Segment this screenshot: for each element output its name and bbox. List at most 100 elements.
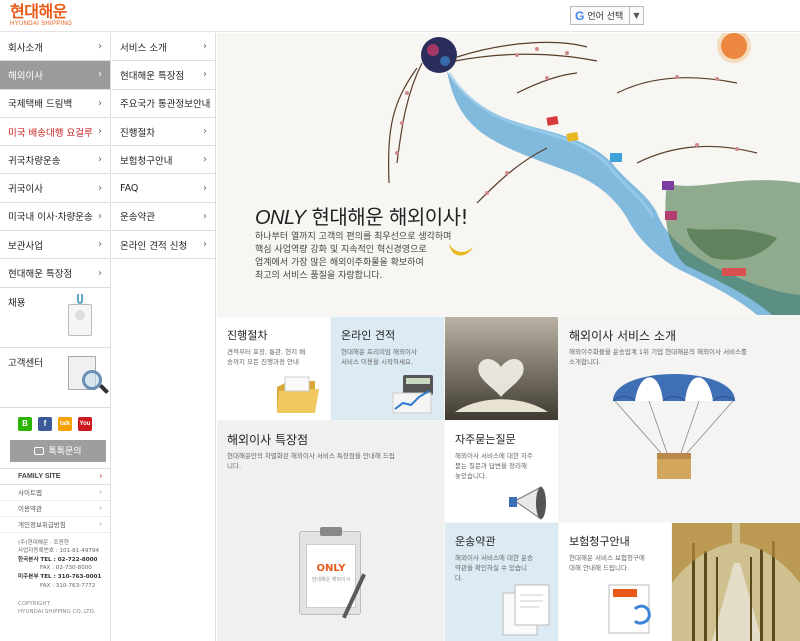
subnav-online-estimate[interactable]: 온라인 견적 신청 › [112, 231, 215, 260]
hero-desc-line: 업계에서 가장 많은 해외이주화물을 확보하여 [255, 258, 424, 268]
sidebar-item-label: 미국 배송대행 요걸루 [8, 127, 93, 139]
main-content: ONLY 현대해운 해외이사! 하나부터 열까지 고객의 편의를 최우선으로 생… [217, 33, 800, 641]
copyright-line-1: COPYRIGHT [18, 601, 50, 608]
tile-strengths[interactable]: 해외이사 특장점 현대해운만의 차별화된 해외이사 서비스 특장점을 안내해 드… [217, 421, 444, 641]
subnav-terms[interactable]: 운송약관 › [112, 203, 215, 232]
sidebar-item-label: 보관사업 [8, 240, 43, 252]
hero-desc-line: 최고의 서비스 품질을 자랑합니다. [255, 271, 383, 281]
sidebar-item-label: 해외이사 [8, 70, 43, 82]
recruit-box[interactable]: 채용 [0, 288, 110, 348]
language-select[interactable]: G 언어 선택 ▼ [570, 6, 644, 25]
customer-center-box[interactable]: 고객센터 [0, 348, 110, 408]
magnifier-icon [68, 355, 109, 400]
document-icon [502, 584, 550, 636]
youtube-icon[interactable]: You [78, 416, 92, 431]
chevron-right-icon: › [98, 239, 102, 251]
subnav-insurance[interactable]: 보험청구안내 › [112, 146, 215, 175]
subnav-label: 서비스 소개 [120, 42, 167, 54]
tile-insurance[interactable]: 보험청구안내 현대해운 서비스 보험청구에 대해 안내해 드립니다. [559, 523, 671, 641]
privacy-policy-label: 개인정보취급방침 [18, 521, 66, 530]
sidebar-item-company[interactable]: 회사소개 › [0, 33, 110, 62]
chevron-right-icon: › [203, 182, 207, 194]
blog-icon[interactable]: B [18, 416, 32, 431]
sidebar-item-return-moving[interactable]: 귀국이사 › [0, 174, 110, 203]
us-hq-tel: TEL : 310-763-0001 [40, 574, 102, 581]
tile-terms[interactable]: 운송약관 해외이사 서비스에 대한 운송 약관을 확인하실 수 있습니 다. [445, 523, 558, 641]
sidebar-item-dreambag[interactable]: 국제택배 드림백 › [0, 90, 110, 118]
subnav-label: 주요국가 통관정보안내 [120, 99, 211, 111]
subnav-label: FAQ [120, 182, 139, 194]
chevron-right-icon: › [98, 182, 102, 194]
hero-desc-line: 핵심 사업역량 강화 및 지속적인 혁신경영으로 [255, 245, 427, 255]
insurance-card-icon [608, 584, 651, 634]
clipboard-icon: ONLY 현대해운 해외이사 [299, 527, 366, 619]
terms-link[interactable]: 이용약관 › [0, 501, 110, 517]
business-number: 사업자등록번호 : 101-81-49794 [18, 548, 100, 555]
subnav-label: 보험청구안내 [120, 155, 173, 167]
tile-service-intro[interactable]: 해외이사 서비스 소개 해외이주화물을 운송업계 1위 기업 현대해운의 해외이… [559, 317, 800, 522]
subnav-service-intro[interactable]: 서비스 소개 › [112, 33, 215, 62]
kakao-talk-icon[interactable]: talk [58, 416, 72, 431]
tile-online-estimate[interactable]: 온라인 견적 현대해운 프리미엄 해외이사 서비스 이용을 시작하세요. [331, 317, 444, 420]
sidebar-item-label: 귀국이사 [8, 184, 43, 196]
hero-title: ONLY 현대해운 해외이사! [255, 201, 469, 230]
chevron-right-icon: › [99, 488, 102, 497]
sidebar-item-vehicle-return[interactable]: 귀국차량운송 › [0, 146, 110, 175]
terms-label: 이용약관 [18, 505, 42, 514]
privacy-policy-link[interactable]: 개인정보취급방침 › [0, 517, 110, 533]
company-name: (주)현대해운 · 조원현 [18, 539, 69, 546]
us-hq-label: 미주본부 [18, 574, 39, 581]
tile-process[interactable]: 진행절차 견적부터 포장, 통관, 현지 배 송까지 모든 진행과정 안내 [217, 317, 330, 420]
sidebar-item-label: 현대해운 특장점 [8, 269, 73, 281]
chevron-right-icon: › [98, 210, 102, 222]
chevron-right-icon: › [203, 126, 207, 138]
sidebar-item-label: 미국내 이사·차량운송 [8, 212, 93, 224]
logo-english: HYUNDAI SHIPPING [10, 21, 73, 27]
chevron-right-icon: › [99, 472, 102, 480]
header: 현대해운 HYUNDAI SHIPPING G 언어 선택 ▼ [0, 0, 800, 32]
chevron-right-icon: › [203, 41, 207, 53]
heart-book-image [445, 317, 558, 420]
company-contact-info: (주)현대해운 · 조원현 사업자등록번호 : 101-81-49794 한국본… [0, 533, 110, 591]
folder-icon [277, 376, 319, 413]
sidebar-item-us-shipping-agent[interactable]: 미국 배송대행 요걸루 › [0, 118, 110, 147]
subnav-faq[interactable]: FAQ › [112, 174, 215, 203]
sidebar-item-strengths[interactable]: 현대해운 특장점 › [0, 259, 110, 288]
talk-inquiry-button[interactable]: 톡톡문의 [10, 439, 106, 462]
chevron-right-icon: › [203, 239, 207, 251]
subnav-strengths[interactable]: 현대해운 특장점 › [112, 61, 215, 90]
id-badge-icon [68, 293, 92, 336]
us-hq-fax: FAX : 310-763-7772 [40, 582, 96, 589]
korea-hq-tel: TEL : 02-722-8000 [40, 556, 98, 563]
chevron-right-icon: › [98, 154, 102, 166]
sidebar-item-overseas-moving[interactable]: 해외이사 › [0, 61, 110, 90]
tile-description: 현대해운만의 차별화된 해외이사 서비스 특장점을 안내해 드립 니다. [227, 451, 395, 471]
megaphone-icon [509, 486, 546, 520]
chevron-right-icon: › [98, 41, 102, 53]
copyright: COPYRIGHT HYUNDAI SHIPPING CO.,LTD. [0, 590, 110, 616]
clipboard-sub-text: 현대해운 해외이사 [311, 577, 351, 583]
tile-tree-road-photo[interactable] [672, 523, 800, 641]
hyundai-shipping-logo[interactable]: 현대해운 HYUNDAI SHIPPING [10, 4, 73, 28]
sidebar-item-us-domestic[interactable]: 미국내 이사·차량운송 › [0, 203, 110, 232]
tile-faq[interactable]: 자주묻는질문 해외이사 서비스에 대한 자주 묻는 질문과 답변을 정리해 놓았… [445, 421, 558, 522]
sidebar-item-storage[interactable]: 보관사업 › [0, 231, 110, 260]
korea-hq-label: 한국본사 [18, 556, 39, 563]
copyright-line-2: HYUNDAI SHIPPING CO.,LTD. [18, 609, 96, 616]
chevron-right-icon: › [99, 504, 102, 513]
social-links: B f talk You [0, 408, 110, 440]
sidebar-item-label: 귀국차량운송 [8, 155, 61, 167]
sidebar-item-label: 회사소개 [8, 42, 43, 54]
family-site-select[interactable]: FAMILY SITE › [0, 467, 110, 485]
sitemap-link[interactable]: 사이트맵 › [0, 485, 110, 501]
tree-road-image [672, 523, 800, 641]
subnav-customs-info[interactable]: 주요국가 통관정보안내 [112, 90, 215, 118]
chevron-right-icon: › [98, 69, 102, 81]
tile-heart-book-photo[interactable] [445, 317, 558, 420]
recruit-label: 채용 [8, 297, 26, 309]
subnav-process[interactable]: 진행절차 › [112, 118, 215, 147]
facebook-icon[interactable]: f [38, 416, 52, 431]
hero-title-ko: 현대해운 해외이사! [305, 205, 469, 229]
clipboard-only-text: ONLY [316, 563, 346, 574]
chevron-right-icon: › [98, 126, 102, 138]
